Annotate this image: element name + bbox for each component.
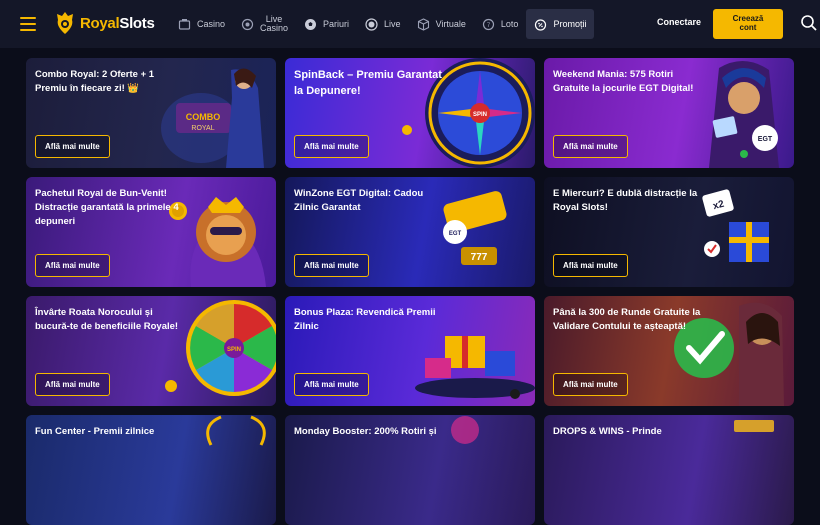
promo-icon (534, 18, 547, 31)
lion-crest-icon (57, 12, 73, 34)
promo-card-weekend-mania[interactable]: EGT Weekend Mania: 575 Rotiri Gratuite l… (544, 58, 794, 168)
promo-title: Monday Booster: 200% Rotiri și (294, 426, 437, 437)
nav-loto-label: Loto (500, 19, 519, 29)
register-label-2: cont (739, 23, 757, 33)
promo-title: Combo Royal: 2 Oferte + 1 Premiu în fiec… (35, 69, 155, 94)
svg-text:SPIN: SPIN (473, 112, 487, 118)
promo-card-monday-booster[interactable]: Monday Booster: 200% Rotiri și (285, 415, 535, 525)
promo-title: Bonus Plaza: Revendică Premii Zilnic (294, 307, 436, 332)
promo-title: WinZone EGT Digital: Cadou Zilnic Garant… (294, 188, 424, 213)
promo-card-welcome-pack[interactable]: Pachetul Royal de Bun-Venit! Distracție … (26, 177, 276, 287)
promo-title: E Miercuri? E dublă distracție la Royal … (553, 188, 698, 213)
login-button[interactable]: Conectare (657, 17, 701, 27)
cube-icon (417, 17, 430, 31)
nav-promotii[interactable]: Promoții (526, 9, 595, 39)
nav-live-casino[interactable]: Live Casino (233, 9, 296, 39)
logo[interactable]: RoyalSlots (54, 11, 155, 35)
nav-pariuri-label: Pariuri (323, 19, 350, 29)
promo-card-winzone[interactable]: EGT 777 WinZone EGT Digital: Cadou Zilni… (285, 177, 535, 287)
main-nav: Casino Live Casino Pariuri Live Virtuale … (170, 0, 595, 48)
learn-more-button[interactable]: Află mai multe (553, 135, 628, 158)
register-button[interactable]: Creează cont (713, 9, 783, 39)
nav-casino-label: Casino (197, 19, 226, 29)
nav-loto[interactable]: 7 Loto (474, 9, 527, 39)
search-icon[interactable] (800, 14, 818, 32)
promo-title: Pachetul Royal de Bun-Venit! Distracție … (35, 188, 179, 227)
svg-text:777: 777 (471, 252, 488, 263)
promo-card-combo-royal[interactable]: COMBO ROYAL Combo Royal: 2 Oferte + 1 Pr… (26, 58, 276, 168)
promo-title: Învârte Roata Norocului și bucură-te de … (35, 307, 179, 332)
nav-casino[interactable]: Casino (170, 9, 233, 39)
learn-more-button[interactable]: Află mai multe (294, 135, 369, 158)
promo-card-spinback[interactable]: SPIN SpinBack – Premiu Garantat la Depun… (285, 58, 535, 168)
promo-card-bonus-plaza[interactable]: Bonus Plaza: Revendică Premii Zilnic Afl… (285, 296, 535, 406)
svg-text:SPIN: SPIN (227, 347, 241, 353)
register-label-1: Creează (732, 14, 764, 23)
nav-promotii-label: Promoții (553, 19, 587, 29)
nav-pariuri[interactable]: Pariuri (296, 9, 357, 39)
promo-title: SpinBack – Premiu Garantat la Depunere! (294, 69, 442, 97)
casino-icon (178, 18, 191, 31)
svg-text:EGT: EGT (449, 231, 462, 237)
promo-card-fun-center[interactable]: Fun Center - Premii zilnice (26, 415, 276, 525)
promo-card-drops-wins[interactable]: DROPS & WINS - Prinde (544, 415, 794, 525)
learn-more-button[interactable]: Află mai multe (35, 373, 110, 396)
promo-card-wednesday[interactable]: x2 E Miercuri? E dublă distracție la Roy… (544, 177, 794, 287)
learn-more-button[interactable]: Află mai multe (294, 254, 369, 277)
svg-text:ROYAL: ROYAL (191, 125, 214, 132)
promo-title: Fun Center - Premii zilnice (35, 426, 155, 437)
promo-card-account-validation[interactable]: Până la 300 de Runde Gratuite la Validar… (544, 296, 794, 406)
learn-more-button[interactable]: Află mai multe (553, 254, 628, 277)
top-bar: RoyalSlots Casino Live Casino Pariuri Liv… (0, 0, 820, 48)
menu-icon[interactable] (20, 17, 36, 31)
learn-more-button[interactable]: Află mai multe (553, 373, 628, 396)
svg-text:7: 7 (487, 23, 491, 29)
promo-title: Până la 300 de Runde Gratuite la Validar… (553, 307, 701, 332)
ball-icon (304, 18, 317, 31)
learn-more-button[interactable]: Află mai multe (35, 254, 110, 277)
nav-live-label: Live (384, 19, 401, 29)
live-icon (365, 17, 378, 31)
nav-live[interactable]: Live (357, 9, 409, 39)
live-casino-icon (241, 18, 254, 31)
promo-card-wheel-of-fortune[interactable]: SPIN Învârte Roata Norocului și bucură-t… (26, 296, 276, 406)
nav-virtuale[interactable]: Virtuale (409, 9, 474, 39)
learn-more-button[interactable]: Află mai multe (294, 373, 369, 396)
nav-live-casino-label: Live Casino (260, 13, 289, 33)
promo-title: DROPS & WINS - Prinde (553, 426, 662, 437)
lotto-icon: 7 (482, 18, 495, 31)
logo-slots: Slots (119, 14, 155, 32)
svg-text:COMBO: COMBO (186, 112, 221, 122)
svg-text:EGT: EGT (758, 136, 773, 143)
logo-royal: Royal (80, 14, 120, 32)
promo-title: Weekend Mania: 575 Rotiri Gratuite la jo… (553, 69, 694, 94)
learn-more-button[interactable]: Află mai multe (35, 135, 110, 158)
nav-virtuale-label: Virtuale (435, 19, 466, 29)
